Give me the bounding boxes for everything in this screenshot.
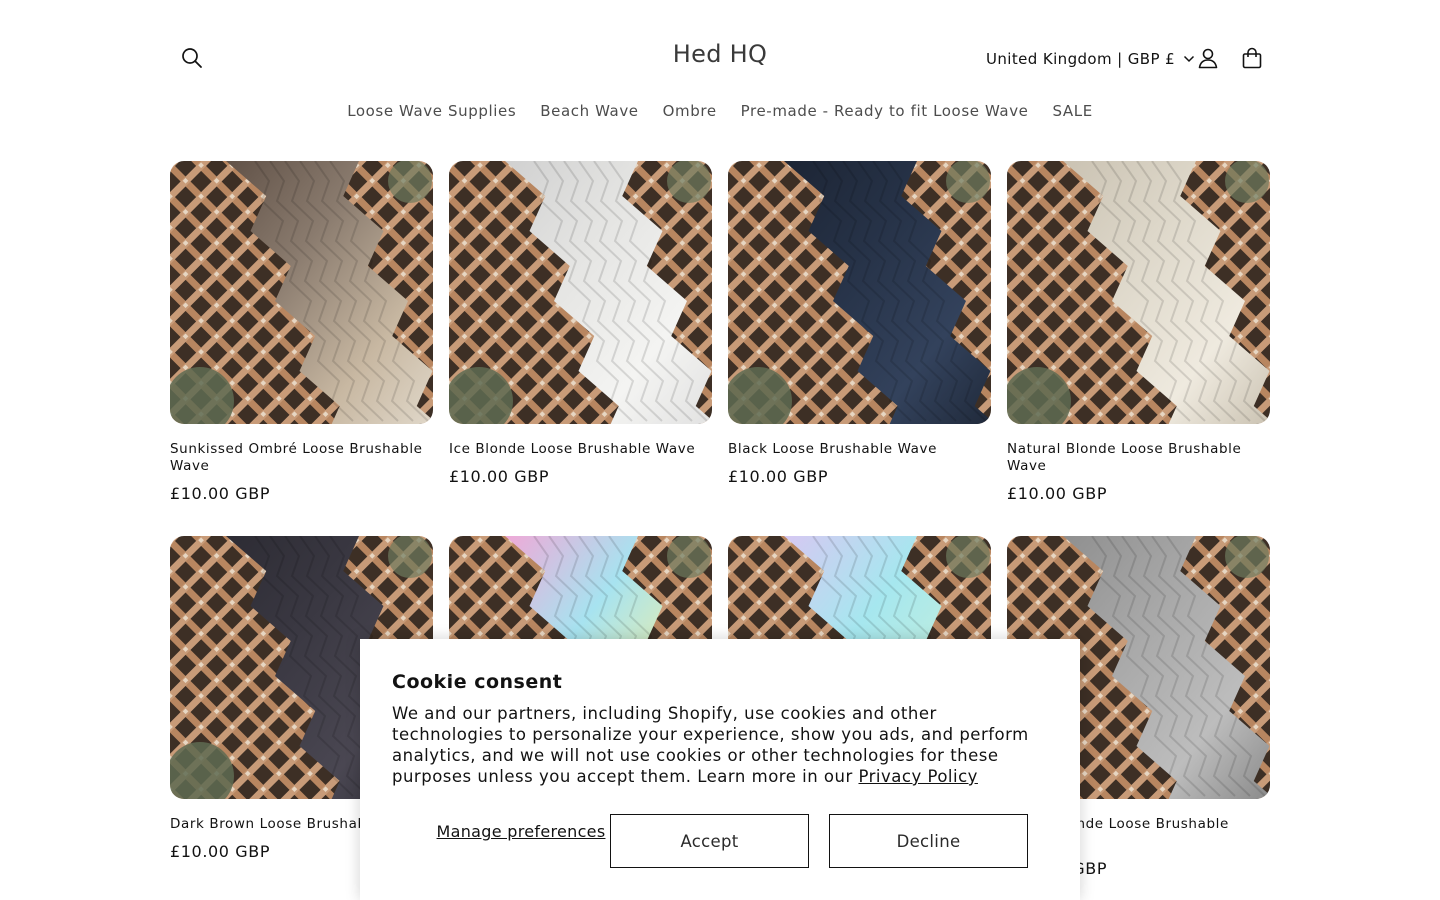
product-card[interactable]: Natural Blonde Loose Brushable Wave £10.… xyxy=(1007,161,1270,503)
product-title[interactable]: Natural Blonde Loose Brushable Wave xyxy=(1007,441,1270,475)
product-photo xyxy=(170,161,433,424)
cookie-title: Cookie consent xyxy=(392,671,563,693)
cookie-actions: Manage preferences Accept Decline xyxy=(392,814,1048,868)
manage-preferences-link[interactable]: Manage preferences xyxy=(432,822,610,841)
nav-item-sale[interactable]: SALE xyxy=(1041,98,1105,124)
product-title[interactable]: Black Loose Brushable Wave xyxy=(728,441,991,458)
country-selector[interactable]: United Kingdom | GBP £ xyxy=(986,47,1195,71)
account-button[interactable] xyxy=(1186,36,1230,80)
product-image[interactable] xyxy=(1007,161,1270,424)
cart-button[interactable] xyxy=(1230,36,1274,80)
nav-item-beach-wave[interactable]: Beach Wave xyxy=(528,98,650,124)
cookie-message: We and our partners, including Shopify, … xyxy=(392,703,1052,787)
bag-icon xyxy=(1242,47,1262,69)
site-header: Hed HQ United Kingdom | GBP £ Loose Wave… xyxy=(0,0,1440,140)
nav-item-ombre[interactable]: Ombre xyxy=(651,98,729,124)
main-nav: Loose Wave Supplies Beach Wave Ombre Pre… xyxy=(0,98,1440,124)
product-card[interactable]: Sunkissed Ombré Loose Brushable Wave £10… xyxy=(170,161,433,503)
search-icon xyxy=(182,48,202,68)
product-photo xyxy=(449,161,712,424)
search-button[interactable] xyxy=(170,36,214,80)
product-price: £10.00 GBP xyxy=(728,467,829,486)
privacy-policy-link[interactable]: Privacy Policy xyxy=(858,767,977,786)
product-title[interactable]: Ice Blonde Loose Brushable Wave xyxy=(449,441,712,458)
product-price: £10.00 GBP xyxy=(449,467,550,486)
product-photo xyxy=(1007,161,1270,424)
product-price: £10.00 GBP xyxy=(170,484,271,503)
nav-item-pre-made[interactable]: Pre-made - Ready to fit Loose Wave xyxy=(729,98,1041,124)
product-image[interactable] xyxy=(449,161,712,424)
product-card[interactable]: Black Loose Brushable Wave £10.00 GBP xyxy=(728,161,991,503)
decline-button[interactable]: Decline xyxy=(829,814,1028,868)
country-selector-label: United Kingdom | GBP £ xyxy=(986,50,1176,68)
product-title[interactable]: Sunkissed Ombré Loose Brushable Wave xyxy=(170,441,433,475)
product-price: £10.00 GBP xyxy=(1007,484,1108,503)
site-logo[interactable]: Hed HQ xyxy=(620,40,820,68)
cookie-consent-dialog: Cookie consent We and our partners, incl… xyxy=(360,639,1080,900)
product-card[interactable]: Ice Blonde Loose Brushable Wave £10.00 G… xyxy=(449,161,712,503)
accept-button[interactable]: Accept xyxy=(610,814,809,868)
product-photo xyxy=(728,161,991,424)
user-icon xyxy=(1198,48,1218,69)
product-image[interactable] xyxy=(170,161,433,424)
nav-item-loose-wave-supplies[interactable]: Loose Wave Supplies xyxy=(335,98,528,124)
product-image[interactable] xyxy=(728,161,991,424)
